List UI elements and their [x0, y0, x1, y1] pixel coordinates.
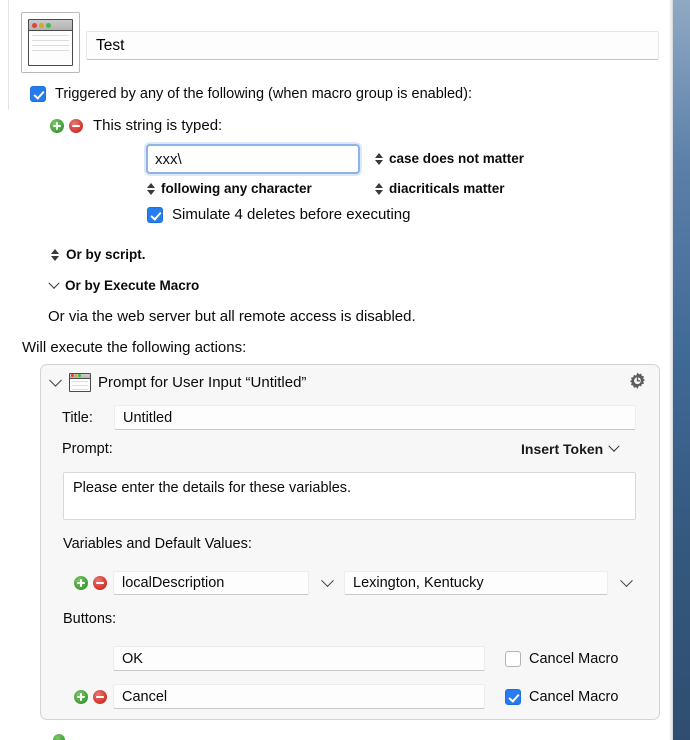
typed-string-input[interactable]: xxx\: [146, 144, 360, 174]
macro-editor-window: Test Triggered by any of the following (…: [0, 0, 690, 740]
remove-circle-icon[interactable]: [93, 576, 107, 590]
diacriticals-label: diacriticals matter: [389, 181, 505, 196]
button-label-input[interactable]: OK: [113, 646, 485, 671]
string-typed-label: This string is typed:: [93, 117, 223, 134]
variable-name-combo[interactable]: localDescription: [113, 571, 309, 595]
add-circle-icon[interactable]: [50, 118, 64, 133]
maximize-dot-icon: [46, 22, 51, 28]
chevron-down-icon[interactable]: [620, 573, 633, 587]
cancel-macro-checkbox[interactable]: [505, 688, 521, 705]
will-execute-label: Will execute the following actions:: [22, 339, 247, 356]
simulate-deletes-row[interactable]: Simulate 4 deletes before executing: [147, 206, 410, 223]
insert-token-button[interactable]: Insert Token: [521, 440, 620, 457]
prompt-window-icon: [69, 372, 91, 392]
button-row: OK Cancel Macro: [74, 646, 618, 671]
button-label-input[interactable]: Cancel: [113, 684, 485, 709]
following-character-popup[interactable]: following any character: [146, 181, 312, 196]
macro-name-input[interactable]: Test: [86, 31, 659, 60]
add-circle-icon[interactable]: [74, 689, 88, 704]
chevron-down-icon: [48, 277, 60, 289]
variable-add-remove-group[interactable]: [74, 576, 107, 590]
mini-window-icon: [28, 19, 73, 66]
action-title-input[interactable]: Untitled: [114, 405, 636, 430]
variable-default-combo[interactable]: Lexington, Kentucky: [344, 571, 608, 595]
trigger-add-remove-group[interactable]: [50, 118, 83, 133]
mini-line: [32, 35, 69, 36]
web-server-note: Or via the web server but all remote acc…: [48, 308, 416, 325]
macro-header: Test: [0, 0, 673, 80]
remove-circle-icon[interactable]: [69, 118, 83, 133]
button-add-remove-group[interactable]: [74, 689, 107, 704]
cancel-macro-checkbox[interactable]: [505, 650, 521, 667]
trigger-enabled-label: Triggered by any of the following (when …: [55, 86, 472, 102]
case-sensitivity-label: case does not matter: [389, 151, 525, 166]
stepper-icon: [374, 181, 383, 196]
button-row: Cancel Cancel Macro: [74, 684, 618, 709]
cancel-macro-label: Cancel Macro: [529, 650, 619, 667]
gear-clock-icon[interactable]: [626, 371, 649, 394]
prompt-textarea[interactable]: Please enter the details for these varia…: [63, 472, 636, 520]
stepper-icon: [146, 181, 155, 196]
string-typed-row: This string is typed:: [50, 117, 222, 134]
chevron-down-icon: [608, 440, 620, 452]
add-circle-icon[interactable]: [74, 576, 88, 590]
close-dot-icon: [32, 22, 37, 28]
or-by-execute-macro-label: Or by Execute Macro: [65, 278, 200, 293]
chevron-down-icon[interactable]: [321, 573, 334, 587]
action-panel-header[interactable]: Prompt for User Input “Untitled”: [41, 365, 659, 399]
mini-line: [32, 40, 69, 41]
chevron-down-icon[interactable]: [49, 376, 62, 389]
trigger-enabled-checkbox[interactable]: [30, 86, 46, 102]
or-by-script-label: Or by script.: [66, 247, 146, 262]
mini-line: [32, 50, 69, 51]
minimize-dot-icon: [39, 22, 44, 28]
variable-row: localDescription Lexington, Kentucky: [74, 571, 637, 595]
variables-section-label: Variables and Default Values:: [63, 536, 252, 552]
remove-circle-icon[interactable]: [93, 689, 107, 704]
case-sensitivity-popup[interactable]: case does not matter: [374, 151, 524, 166]
action-prompt-label: Prompt:: [62, 441, 113, 457]
trigger-enabled-row[interactable]: Triggered by any of the following (when …: [30, 86, 472, 102]
cancel-macro-label: Cancel Macro: [529, 688, 619, 705]
stepper-icon: [374, 151, 383, 166]
action-title-field-label: Title:: [62, 410, 93, 426]
insert-token-label: Insert Token: [521, 441, 604, 457]
action-title: Prompt for User Input “Untitled”: [98, 373, 307, 391]
diacriticals-popup[interactable]: diacriticals matter: [374, 181, 505, 196]
cancel-macro-toggle[interactable]: Cancel Macro: [505, 650, 619, 667]
mini-line: [32, 45, 69, 46]
or-by-execute-macro-popup[interactable]: Or by Execute Macro: [48, 277, 200, 293]
macro-icon-button[interactable]: [21, 12, 80, 73]
simulate-deletes-checkbox[interactable]: [147, 206, 163, 223]
mini-titlebar: [29, 20, 72, 31]
stepper-icon: [50, 247, 59, 262]
or-by-script-popup[interactable]: Or by script.: [50, 247, 146, 262]
buttons-section-label: Buttons:: [63, 611, 117, 627]
cancel-macro-toggle[interactable]: Cancel Macro: [505, 688, 619, 705]
mini-window-body: [29, 31, 72, 65]
desktop-wallpaper: [673, 0, 690, 740]
add-action-button[interactable]: [53, 734, 65, 740]
simulate-deletes-label: Simulate 4 deletes before executing: [172, 206, 411, 223]
following-character-label: following any character: [161, 181, 312, 196]
